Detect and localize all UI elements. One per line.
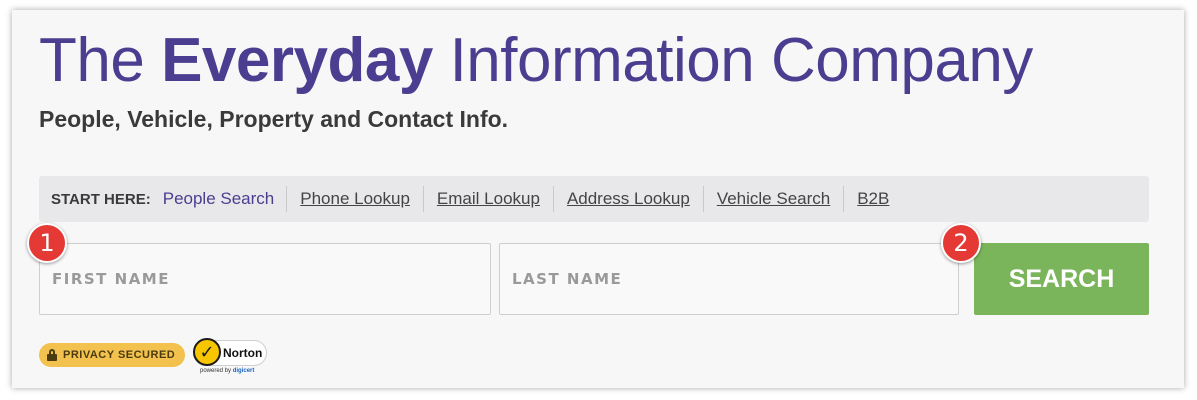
- privacy-secured-badge: PRIVACY SECURED: [39, 343, 186, 367]
- title-suffix: Information Company: [449, 26, 1034, 95]
- nav-address-lookup[interactable]: Address Lookup: [552, 186, 703, 212]
- first-name-input[interactable]: [52, 270, 490, 288]
- nav-b2b[interactable]: B2B: [843, 186, 902, 212]
- last-name-input[interactable]: [512, 270, 958, 288]
- nav-start-label: START HERE:: [51, 190, 151, 208]
- norton-badge: ✓ Norton powered by digicert: [193, 338, 271, 378]
- step-marker-2: 2: [941, 223, 981, 263]
- search-type-nav: START HERE: People Search Phone Lookup E…: [39, 176, 1149, 222]
- page-title: The Everyday Information Company: [39, 26, 1033, 96]
- last-name-field[interactable]: [499, 243, 959, 315]
- page-subtitle: People, Vehicle, Property and Contact In…: [39, 106, 509, 132]
- search-button[interactable]: SEARCH: [974, 243, 1149, 315]
- first-name-field[interactable]: [39, 243, 491, 315]
- norton-label: Norton: [223, 346, 263, 360]
- title-bold: Everyday: [161, 26, 433, 95]
- privacy-label: PRIVACY SECURED: [63, 349, 176, 361]
- search-panel: The Everyday Information Company People,…: [12, 10, 1184, 388]
- step-marker-1: 1: [27, 223, 67, 263]
- title-prefix: The: [39, 26, 145, 95]
- nav-phone-lookup[interactable]: Phone Lookup: [286, 186, 423, 212]
- nav-vehicle-search[interactable]: Vehicle Search: [702, 186, 843, 212]
- norton-powered-text: powered by: [200, 368, 232, 374]
- norton-digicert-text: digicert: [232, 368, 255, 374]
- norton-check-icon: ✓: [193, 338, 221, 366]
- nav-email-lookup[interactable]: Email Lookup: [422, 186, 553, 212]
- norton-powered-by: powered by digicert: [200, 368, 254, 374]
- lock-icon: [47, 349, 57, 361]
- nav-people-search[interactable]: People Search: [163, 186, 287, 212]
